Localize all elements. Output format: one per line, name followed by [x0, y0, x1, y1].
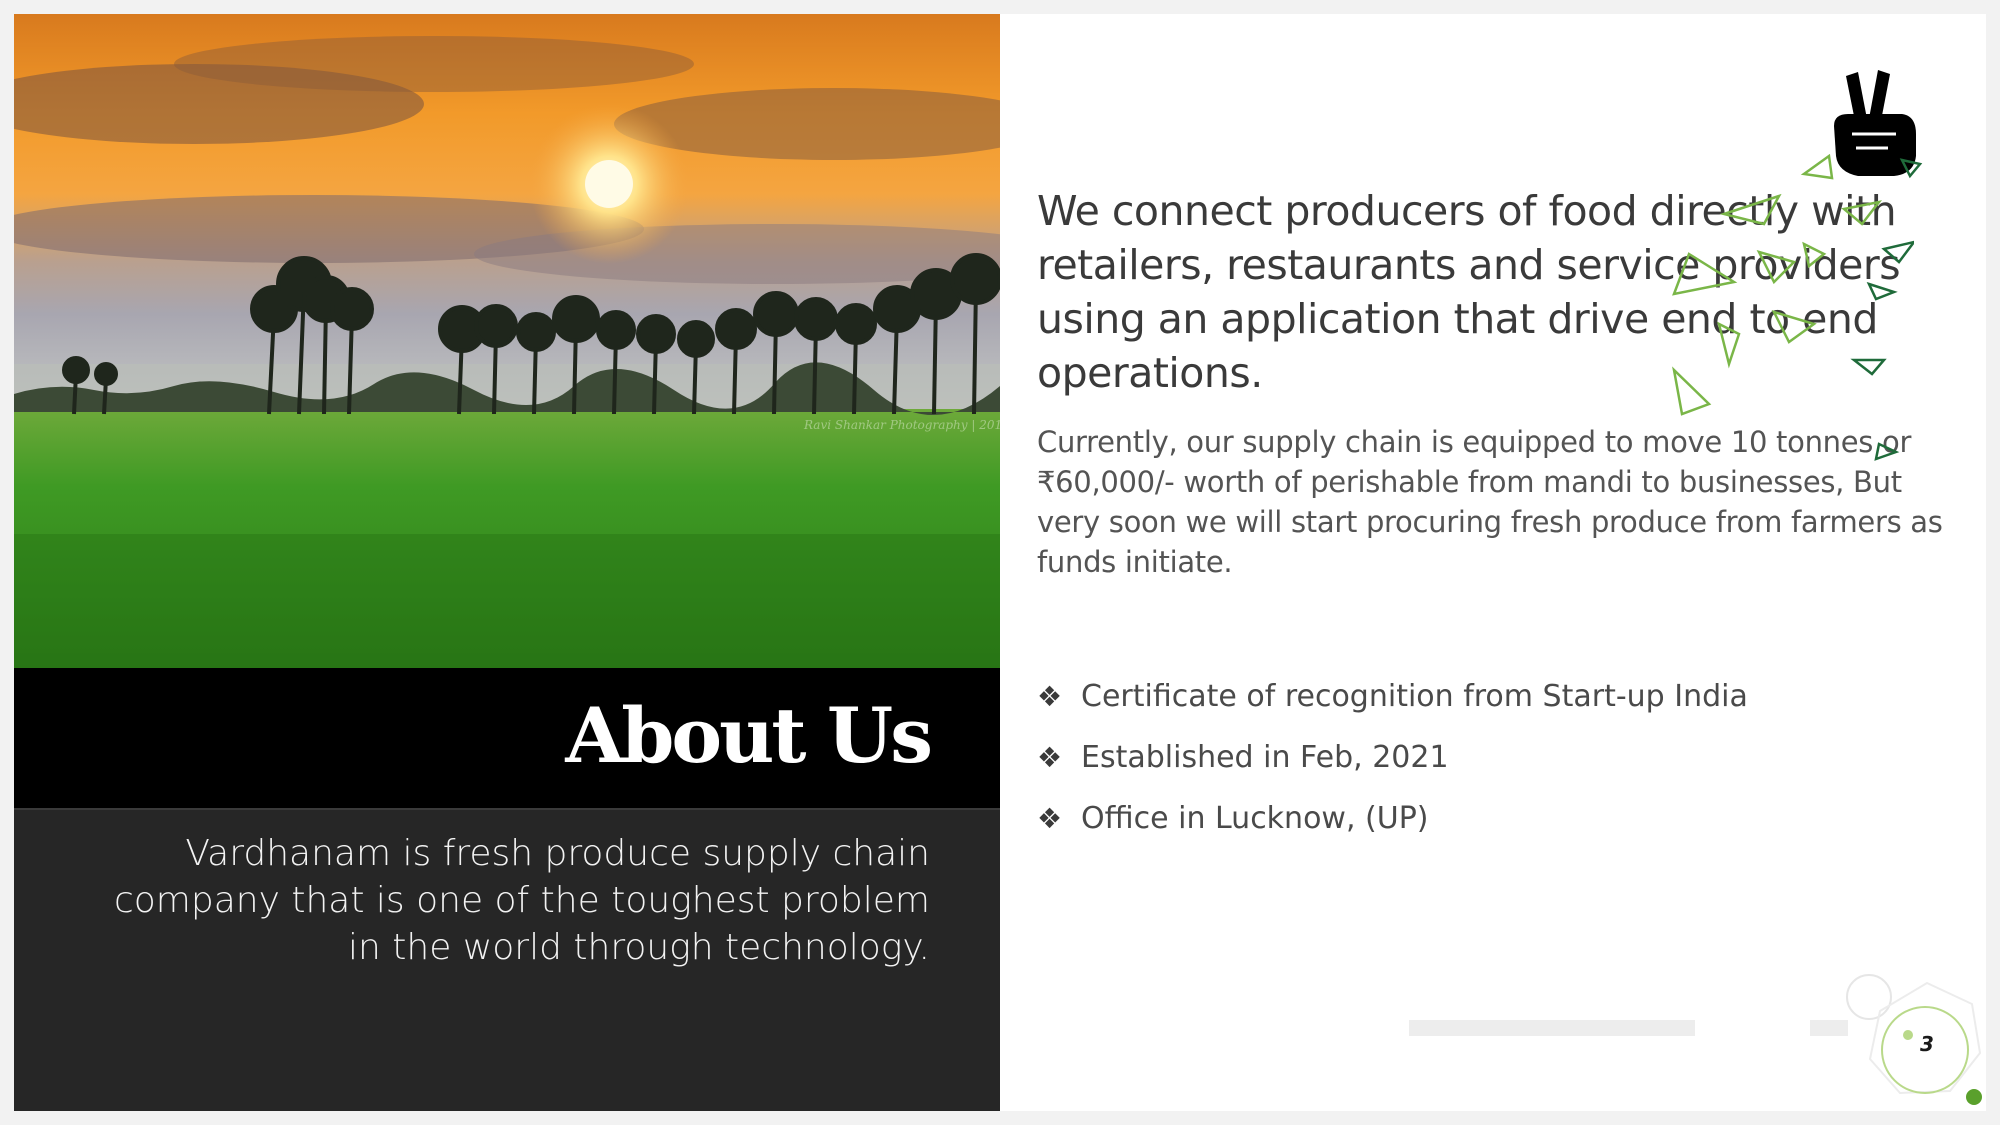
diamond-bullet-icon: ❖ [1037, 802, 1063, 835]
footer-bar-small [1810, 1020, 1848, 1036]
footer-bar [1409, 1020, 1695, 1036]
fact-text: Office in Lucknow, (UP) [1081, 801, 1429, 836]
title-band: About Us [14, 668, 1000, 808]
green-triangles-icon [1672, 154, 1914, 461]
fact-text: Established in Feb, 2021 [1081, 740, 1449, 775]
victory-hand-icon [1834, 70, 1923, 179]
page-number: 3 [1920, 1032, 1934, 1056]
slide: Ravi Shankar Photography | 2015 About Us… [14, 14, 1986, 1111]
diamond-bullet-icon: ❖ [1037, 680, 1063, 713]
photo-watermark: Ravi Shankar Photography | 2015 [803, 418, 1000, 432]
page-title: About Us [565, 691, 933, 780]
company-description: Vardhanam is fresh produce supply chain … [113, 833, 930, 968]
description-band: Vardhanam is fresh produce supply chain … [14, 808, 1000, 1111]
fact-text: Certificate of recognition from Start-up… [1081, 679, 1748, 714]
facts-list: ❖ Certificate of recognition from Start-… [1037, 666, 1748, 849]
diamond-bullet-icon: ❖ [1037, 741, 1063, 774]
list-item: ❖ Established in Feb, 2021 [1037, 727, 1748, 788]
list-item: ❖ Certificate of recognition from Start-… [1037, 666, 1748, 727]
list-item: ❖ Office in Lucknow, (UP) [1037, 788, 1748, 849]
sunset-field-photo: Ravi Shankar Photography | 2015 [14, 14, 1000, 668]
